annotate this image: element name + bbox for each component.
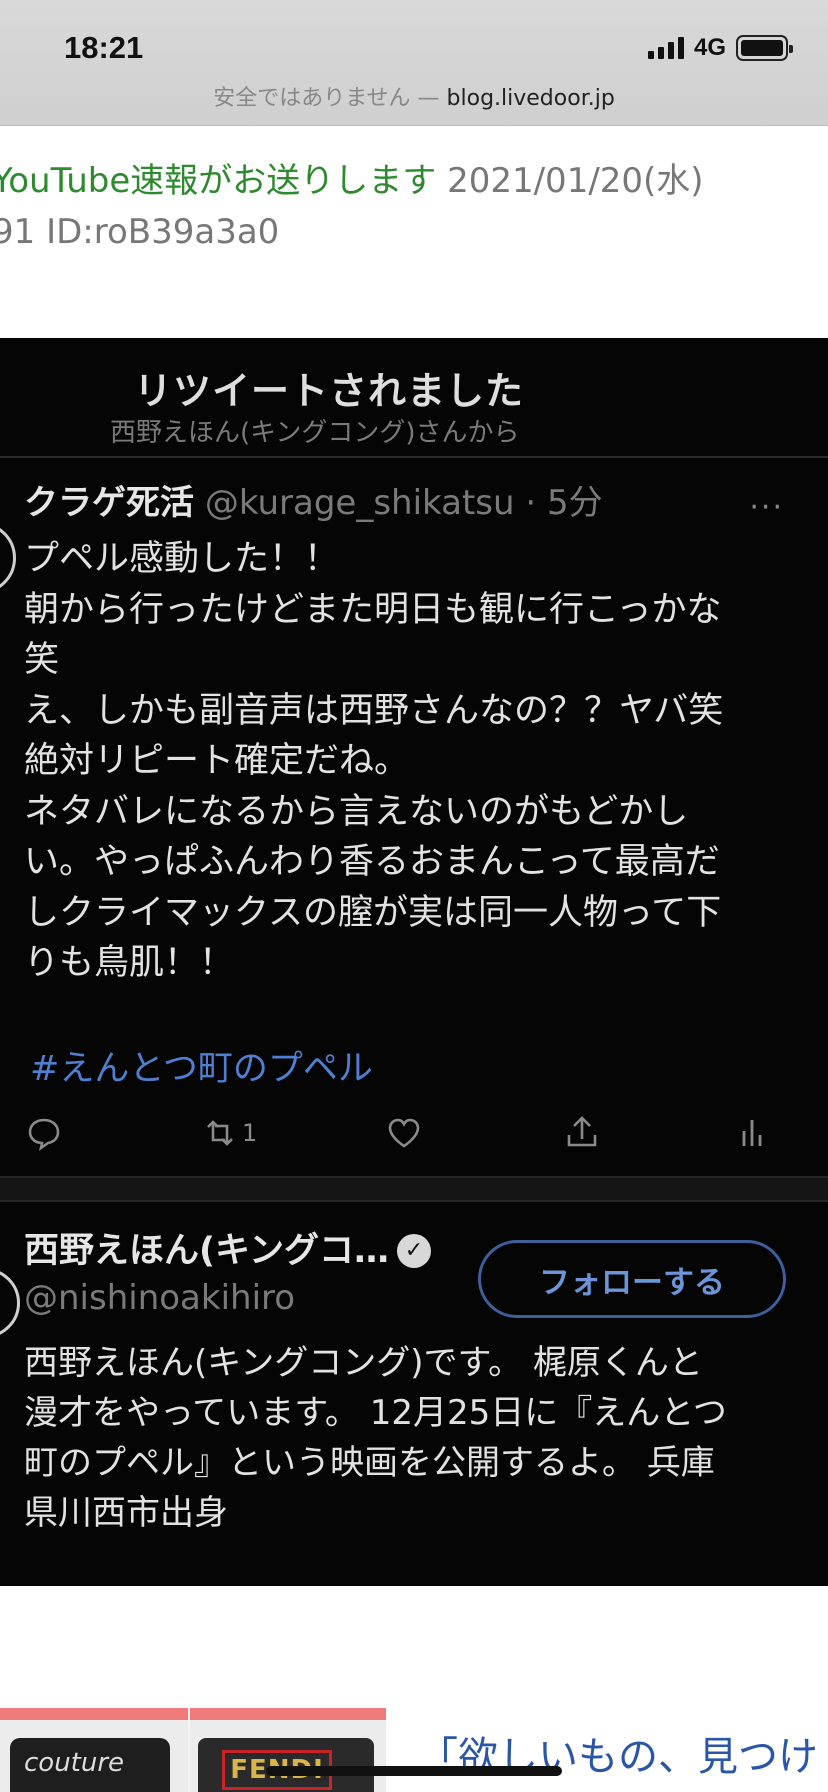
verified-icon: ✓: [396, 1234, 431, 1268]
post-id: 91 ID:roB39a3a0: [0, 212, 280, 252]
divider: [0, 456, 828, 458]
signal-icon: [647, 37, 684, 59]
profile-handle: @nishinoakihiro: [24, 1278, 296, 1318]
tweet-hashtag: #えんとつ町のプペル: [30, 1049, 373, 1089]
ad-thumbnail-fendi[interactable]: FENDI: [190, 1708, 386, 1792]
analytics-icon: [732, 1108, 772, 1158]
tweet-line: ネタバレになるから言えないのがもどかし: [24, 791, 689, 832]
tweet-actions: 1: [0, 1108, 828, 1158]
tweet-line: え、しかも副音声は西野さんなの？？ヤバ笑: [24, 690, 724, 731]
follow-button: フォローする: [478, 1240, 786, 1318]
ad-thumbnails[interactable]: couture FENDI: [0, 1708, 386, 1792]
ad-thumbnail-bag[interactable]: couture: [0, 1708, 188, 1792]
bag-image: couture: [10, 1738, 170, 1792]
post-header: YouTube速報がお送りします 2021/01/20(水): [0, 158, 828, 204]
security-warning: 安全ではありません: [213, 86, 411, 111]
address-bar[interactable]: 安全ではありません — blog.livedoor.jp: [0, 80, 828, 112]
tweet-handle-time: @kurage_shikatsu · 5分: [204, 483, 603, 523]
profile-avatar: [0, 1268, 20, 1338]
profile-display-name: 西野えほん(キングコ…: [24, 1231, 389, 1271]
heart-icon: [384, 1108, 424, 1158]
more-options-icon: ···: [749, 490, 784, 525]
retweet-icon: 1: [200, 1108, 257, 1158]
tweet-line: りも鳥肌！！: [24, 943, 235, 983]
status-indicators: 4G: [647, 34, 793, 62]
bio-line: 漫才をやっています。 12月25日に『えんとつ: [24, 1393, 727, 1433]
tweet-screenshot-image[interactable]: リツイートされました 西野えほん(キングコング)さんから クラゲ死活 @kura…: [0, 338, 828, 1586]
bio-line: 県川西市出身: [24, 1493, 228, 1533]
profile-bio: 西野えほん(キングコング)です。 梶原くんと 漫才をやっています。 12月25日…: [24, 1338, 814, 1538]
avatar: [0, 522, 16, 594]
status-bar: 18:21 4G 安全ではありません — blog.livedoor.jp: [0, 0, 828, 126]
retweet-by: 西野えほん(キングコング)さんから: [110, 418, 520, 448]
tweet-line: 朝から行ったけどまた明日も観に行こっかな: [24, 589, 722, 630]
profile-name: 西野えほん(キングコ… ✓: [24, 1228, 431, 1274]
home-indicator[interactable]: [266, 1766, 562, 1776]
tweet-line: しクライマックスの膣が実は同一人物って下: [24, 892, 722, 933]
network-label: 4G: [693, 34, 726, 61]
tweet-body: プペル感動した！！ 朝から行ったけどまた明日も観に行こっかな 笑 え、しかも副音…: [24, 534, 804, 989]
retweet-count: 1: [242, 1119, 258, 1147]
tweet-line: 絶対リピート確定だね。: [24, 741, 410, 781]
status-time: 18:21: [64, 30, 144, 65]
battery-icon: [736, 35, 793, 61]
bio-line: 町のプペル』という映画を公開するよ。 兵庫: [24, 1443, 715, 1483]
retweet-title: リツイートされました: [134, 369, 525, 413]
tweet-author: クラゲ死活 @kurage_shikatsu · 5分: [24, 481, 603, 525]
tweet-line: プペル感動した！！: [24, 539, 340, 579]
bio-line: 西野えほん(キングコング)です。 梶原くんと: [24, 1343, 703, 1383]
section-divider: [0, 1176, 828, 1202]
tweet-display-name: クラゲ死活: [24, 483, 194, 523]
post-date: 2021/01/20(水): [447, 161, 704, 201]
reply-icon: [24, 1108, 64, 1158]
tweet-line: 笑: [24, 640, 60, 680]
tweet-line: い。やっぱふんわり香るおまんこって最高だ: [24, 842, 720, 882]
share-icon: [562, 1108, 602, 1158]
url-separator: —: [417, 86, 440, 111]
post-author[interactable]: YouTube速報がお送りします: [0, 161, 436, 201]
url-domain: blog.livedoor.jp: [446, 86, 615, 111]
